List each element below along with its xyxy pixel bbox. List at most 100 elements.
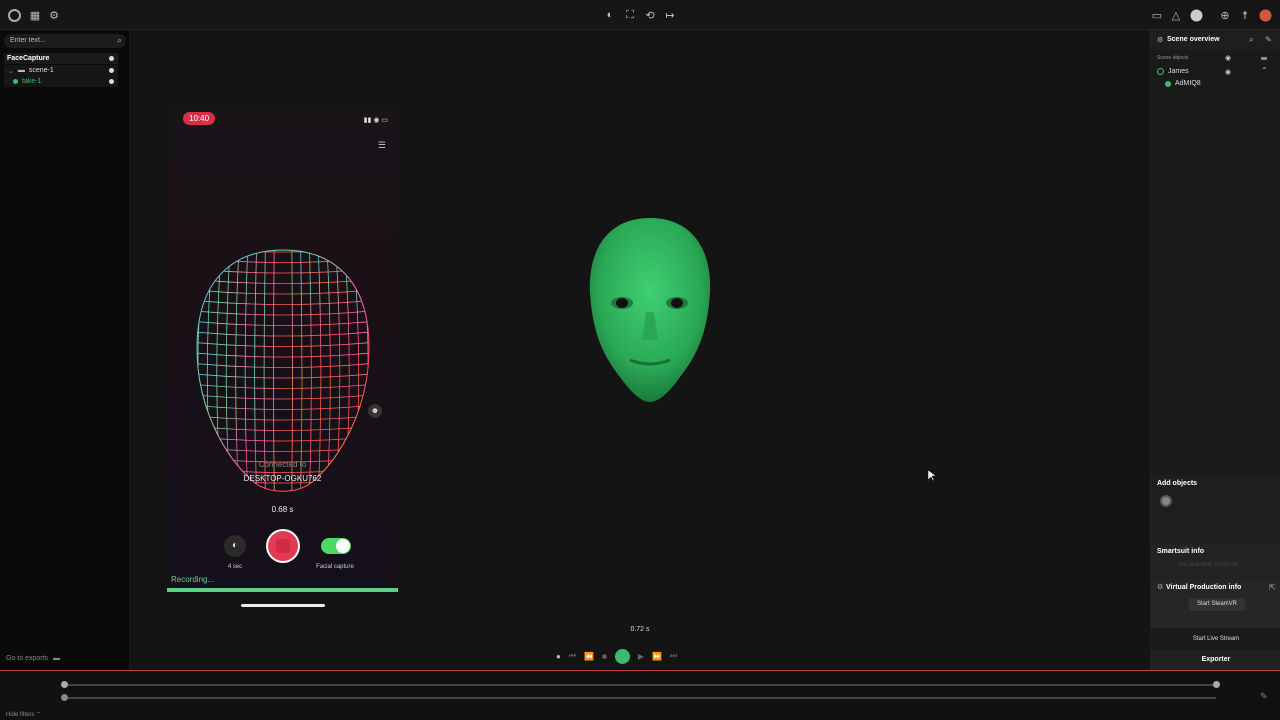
- mouse-cursor-icon: [928, 470, 936, 482]
- globe-icon[interactable]: ⊕: [1218, 8, 1232, 22]
- start-steamvr-button[interactable]: Start SteamVR: [1189, 598, 1245, 611]
- start-live-stream-label: Start Live Stream: [1192, 636, 1240, 642]
- logo-icon[interactable]: [7, 8, 21, 22]
- timeline-end-handle[interactable]: [1213, 681, 1220, 688]
- edit-icon[interactable]: ✎: [1265, 35, 1272, 44]
- object-item-james[interactable]: James: [1157, 68, 1189, 75]
- scene-label: scene-1: [28, 67, 54, 74]
- hide-filters-label: Hide filters: [6, 712, 35, 718]
- scene-visibility-dot[interactable]: [109, 68, 114, 73]
- avatar-head[interactable]: [580, 212, 720, 412]
- scene-overview-header: ⚙ Scene overview ⌕ ✎: [1151, 30, 1280, 50]
- step-back-icon[interactable]: ⏪: [584, 652, 594, 661]
- figure-icon[interactable]: ☨: [1238, 8, 1252, 22]
- mask-icon[interactable]: ☻: [368, 404, 382, 418]
- gear-icon[interactable]: ⚙: [1157, 36, 1163, 44]
- start-live-stream-button[interactable]: Start Live Stream: [1151, 633, 1280, 646]
- recording-progress-bar: [167, 588, 398, 592]
- warning-icon[interactable]: △: [1169, 8, 1183, 22]
- gear-icon[interactable]: ⚙: [1157, 583, 1163, 591]
- take-label: take-1: [22, 78, 42, 85]
- go-to-exports-link[interactable]: Go to exports ▬: [6, 655, 60, 662]
- chevron-down-icon[interactable]: ⌄: [8, 67, 14, 75]
- timeline-track[interactable]: [64, 697, 1216, 699]
- search-input[interactable]: Enter text... ⌕: [4, 34, 126, 48]
- take-status-icon: [13, 79, 18, 84]
- left-panel: Enter text... ⌕ FaceCapture ⌄ ▬ scene-1 …: [0, 30, 130, 670]
- project-item[interactable]: FaceCapture: [4, 53, 118, 64]
- folder-icon: ▬: [17, 67, 25, 74]
- skip-forward-icon[interactable]: ⏭: [670, 651, 677, 661]
- object-label: AdMIQ8: [1175, 80, 1201, 87]
- eye-icon[interactable]: ◉: [1225, 68, 1231, 76]
- timer-label: 4 sec: [227, 564, 243, 570]
- project-visibility-dot[interactable]: [109, 56, 114, 61]
- add-object-button[interactable]: [1160, 495, 1172, 507]
- record-button[interactable]: [266, 529, 300, 563]
- elapsed-time: 0.68 s: [271, 505, 294, 514]
- arrow-icon[interactable]: ↦: [663, 8, 677, 22]
- right-panel: ⚙ Scene overview ⌕ ✎ Scene objects ◉ Jam…: [1150, 30, 1280, 670]
- user-icon[interactable]: [1258, 8, 1272, 22]
- object-item-admiq8[interactable]: AdMIQ8: [1165, 80, 1201, 87]
- record-dot-icon[interactable]: ●: [556, 652, 561, 661]
- phone-time: 10:40: [183, 112, 216, 125]
- transport-controls: ● ⏮ ⏪ ■ ▶ ⏩ ⏭: [556, 648, 736, 664]
- stop-square-icon: [276, 539, 290, 553]
- top-toolbar: ▦ ⚙ ◐ ⛶ ⟲ ↦ ▭ △ ⊕ ☨: [0, 0, 1280, 30]
- timeline: ✎ Hide filters ⌃: [0, 670, 1280, 720]
- device-name: DESKTOP-OGKU762: [243, 474, 322, 483]
- chevron-up-icon[interactable]: ⌃: [1261, 66, 1268, 75]
- timer-button[interactable]: ◐: [224, 535, 246, 557]
- search-icon[interactable]: ⌕: [1249, 35, 1253, 45]
- skip-back-icon[interactable]: ⏮: [569, 651, 576, 661]
- hide-filters-link[interactable]: Hide filters ⌃: [6, 711, 41, 718]
- step-forward-icon[interactable]: ⏩: [652, 652, 662, 661]
- folder-icon: ▬: [52, 655, 60, 662]
- device-icon: [1165, 80, 1171, 87]
- project-label: FaceCapture: [7, 55, 50, 62]
- timeline-start-handle[interactable]: [61, 694, 68, 701]
- no-smartsuit-text: No available smartsuit: [1179, 562, 1239, 568]
- stop-icon[interactable]: ■: [602, 652, 607, 661]
- take-visibility-dot[interactable]: [109, 79, 114, 84]
- gear-icon[interactable]: ⚙: [47, 8, 61, 22]
- go-to-exports-label: Go to exports: [6, 655, 49, 662]
- facial-capture-toggle[interactable]: [321, 538, 351, 554]
- external-icon[interactable]: ⇱: [1269, 583, 1276, 592]
- settings-sliders-icon[interactable]: ☰: [378, 140, 386, 151]
- take-item[interactable]: take-1: [4, 76, 118, 87]
- scene-objects-label: Scene objects: [1157, 55, 1189, 61]
- layout-icon[interactable]: ▦: [28, 8, 42, 22]
- start-steamvr-label: Start SteamVR: [1196, 601, 1237, 607]
- vp-section: ⚙ Virtual Production info ⇱ Start SteamV…: [1151, 580, 1280, 628]
- connected-label: Connected to: [258, 460, 307, 469]
- object-label: James: [1168, 68, 1189, 75]
- recording-label: Recording...: [171, 575, 215, 584]
- screen-icon[interactable]: ▭: [1150, 8, 1164, 22]
- timeline-start-handle[interactable]: [61, 681, 68, 688]
- eye-icon[interactable]: ◉: [1225, 54, 1231, 62]
- scene-item[interactable]: ⌄ ▬ scene-1: [4, 65, 118, 76]
- exporter-button[interactable]: Exporter: [1151, 650, 1280, 670]
- rotate-icon[interactable]: ⟲: [643, 8, 657, 22]
- smartsuit-section: Smartsuit info No available smartsuit: [1151, 544, 1280, 580]
- record-button-main[interactable]: [614, 648, 630, 664]
- play-icon[interactable]: ▶: [638, 652, 644, 661]
- home-indicator: [241, 604, 325, 607]
- playhead-time: 0.72 s: [630, 626, 650, 633]
- timeline-track[interactable]: [64, 684, 1216, 686]
- frame-icon[interactable]: ⛶: [623, 8, 637, 22]
- vp-title: Virtual Production info: [1166, 584, 1242, 591]
- exporter-label: Exporter: [1201, 656, 1231, 663]
- search-placeholder: Enter text...: [10, 37, 46, 44]
- edit-icon[interactable]: ✎: [1260, 691, 1268, 702]
- search-icon[interactable]: ⌕: [117, 35, 122, 46]
- facial-capture-label: Facial capture: [316, 564, 354, 570]
- status-icon[interactable]: [1189, 8, 1203, 22]
- scene-overview-title: Scene overview: [1167, 36, 1220, 43]
- capture-icon[interactable]: ◐: [603, 8, 617, 22]
- status-badge: [1261, 57, 1267, 60]
- phone-mirror: 10:40 ▮▮ ◉ ▭ ☰ ☻ Connected to DESKTOP-OG…: [167, 108, 398, 607]
- actor-icon: [1157, 68, 1164, 75]
